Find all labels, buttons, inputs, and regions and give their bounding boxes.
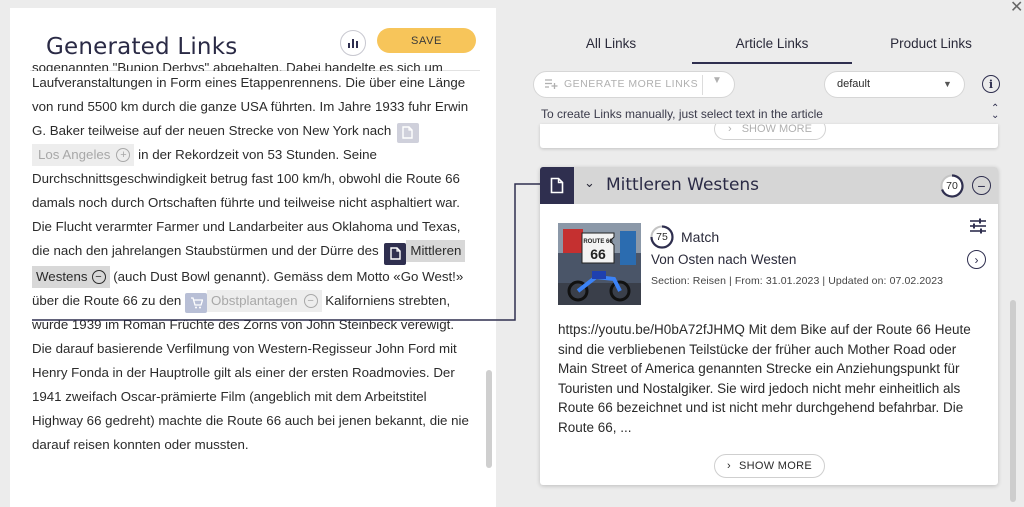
show-more-button[interactable]: › SHOW MORE <box>714 454 825 478</box>
link-card: ⌄ Mittleren Westens 70 − ROUTE 66 66 75 … <box>540 167 998 485</box>
article-cut-line: sogenannten "Bunion Derbys" abgehalten. … <box>32 63 443 71</box>
chevron-right-icon: › <box>728 124 732 135</box>
close-icon[interactable]: ✕ <box>1010 0 1023 17</box>
manual-link-hint: To create Links manually, just select te… <box>541 107 823 121</box>
article-link-icon[interactable] <box>396 122 419 143</box>
show-more-label: SHOW MORE <box>741 124 812 135</box>
thumbnail-sign-text: ROUTE 66 <box>583 239 613 245</box>
info-icon[interactable]: i <box>982 75 1000 93</box>
link-card-header[interactable]: ⌄ Mittleren Westens 70 − <box>540 167 998 204</box>
route66-thumbnail-image: ROUTE 66 66 <box>558 223 641 305</box>
left-scrollbar[interactable] <box>486 370 492 468</box>
right-scrollbar[interactable] <box>1010 300 1016 502</box>
link-chip-label: Los Angeles <box>38 147 111 162</box>
product-link-icon[interactable] <box>185 292 208 313</box>
open-link-button[interactable]: › <box>967 250 986 269</box>
document-icon <box>402 126 414 139</box>
remove-circle-icon[interactable]: − <box>91 269 106 284</box>
document-icon <box>550 177 564 194</box>
link-chip-label: Westens <box>36 268 88 284</box>
link-chip-mittleren-westens-1[interactable]: Mittleren <box>406 240 466 262</box>
article-text[interactable]: sogenannten "Bunion Derbys" abgehalten. … <box>32 63 472 495</box>
chevron-down-icon[interactable]: ⌄ <box>584 175 595 191</box>
article-paragraph-2c: Kaliforniens strebten, wurde 1939 im Rom… <box>32 292 469 452</box>
chevron-down-icon: ▼ <box>943 79 952 89</box>
active-link-icon[interactable] <box>384 242 407 265</box>
tune-icon[interactable] <box>969 218 987 234</box>
link-chip-label: Obstplantagen <box>211 292 298 308</box>
playlist-add-icon <box>545 79 558 89</box>
add-circle-icon[interactable]: + <box>116 148 131 162</box>
bar-chart-icon <box>348 39 358 48</box>
generate-more-links-button[interactable]: GENERATE MORE LINKS ▼ <box>533 71 735 98</box>
show-more-button[interactable]: › SHOW MORE <box>714 124 826 140</box>
generate-label: GENERATE MORE LINKS <box>564 78 699 90</box>
cart-icon <box>190 296 203 308</box>
article-editor-panel: Generated Links SAVE sogenannten "Bunion… <box>10 8 496 507</box>
match-score-value: 75 <box>656 231 668 243</box>
remove-circle-icon[interactable]: − <box>303 293 318 308</box>
tab-all-links[interactable]: All Links <box>540 30 682 64</box>
remove-link-button[interactable]: − <box>972 176 991 195</box>
video-description: https://youtu.be/H0bA72fJHMQ Mit dem Bik… <box>558 322 971 435</box>
link-card-title: Mittleren Westens <box>606 175 760 195</box>
collapse-icon[interactable]: ⌃ ⌄ <box>991 104 999 121</box>
page-title: Generated Links <box>46 34 238 60</box>
link-chip-los-angeles[interactable]: Los Angeles + <box>32 144 135 166</box>
video-thumbnail[interactable]: ROUTE 66 66 <box>558 223 641 305</box>
previous-link-card: › SHOW MORE <box>540 124 998 148</box>
save-button[interactable]: SAVE <box>377 28 476 53</box>
link-mode-select[interactable]: default ▼ <box>824 71 965 98</box>
document-icon <box>390 247 401 260</box>
select-value: default <box>837 78 871 90</box>
match-score-ring: 75 <box>650 225 674 249</box>
link-chip-obstplantagen[interactable]: Obstplantagen − <box>207 289 322 312</box>
tab-product-links[interactable]: Product Links <box>866 30 996 64</box>
link-tabs: All Links Article Links Product Links <box>530 30 1010 66</box>
video-meta: Section: Reisen | From: 31.01.2023 | Upd… <box>651 275 944 287</box>
article-link-badge <box>540 167 574 204</box>
chevron-down-icon[interactable]: ▼ <box>712 75 722 86</box>
button-separator <box>702 75 703 95</box>
stats-button[interactable] <box>340 30 366 56</box>
chevron-right-icon: › <box>727 460 731 472</box>
link-chip-mittleren-westens-2[interactable]: Westens − <box>32 265 110 288</box>
tab-article-links[interactable]: Article Links <box>692 30 852 64</box>
score-value: 70 <box>946 180 958 192</box>
match-label: Match <box>681 229 720 245</box>
show-more-label: SHOW MORE <box>738 460 812 472</box>
score-ring: 70 <box>940 174 964 198</box>
svg-text:66: 66 <box>590 246 606 262</box>
link-chip-label: Mittleren <box>410 243 462 258</box>
video-title[interactable]: Von Osten nach Westen <box>651 252 796 267</box>
